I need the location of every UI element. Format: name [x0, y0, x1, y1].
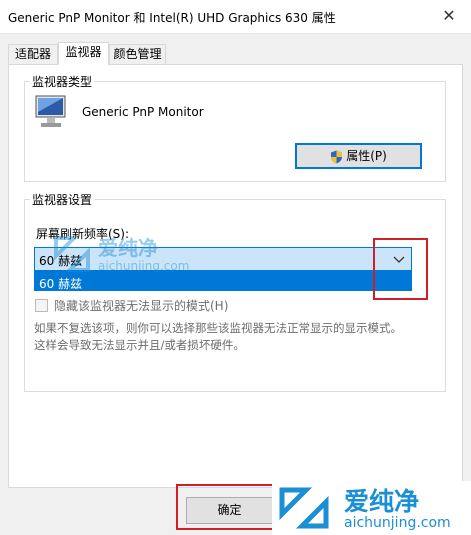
- properties-button-label: 属性(P): [346, 149, 387, 163]
- watermark-large: 爱纯净 aichunjing.com: [272, 481, 471, 535]
- watermark-brand: 爱纯净: [98, 236, 158, 260]
- tab-label: 颜色管理: [113, 47, 162, 61]
- watermark-url: aichunjing.com: [344, 515, 451, 531]
- hide-modes-label: 隐藏该监视器无法显示的模式(H): [54, 299, 229, 313]
- watermark-logo-icon: [279, 487, 329, 529]
- monitor-name: Generic PnP Monitor: [82, 105, 204, 119]
- monitor-icon: [35, 95, 66, 127]
- window-title: Generic PnP Monitor 和 Intel(R) UHD Graph…: [8, 11, 336, 25]
- tab-monitor[interactable]: 监视器: [58, 42, 109, 65]
- close-icon: ✕: [442, 6, 456, 25]
- watermark-brand: 爱纯净: [344, 487, 420, 516]
- watermark-logo-icon: [54, 236, 90, 272]
- title-bar: Generic PnP Monitor 和 Intel(R) UHD Graph…: [0, 0, 471, 34]
- checkbox-box[interactable]: [35, 299, 48, 312]
- hide-modes-checkbox[interactable]: 隐藏该监视器无法显示的模式(H): [35, 297, 228, 314]
- highlight-box-dropdown: [373, 238, 428, 300]
- warning-line: 如果不复选该项，则你可以选择那些该监视器无法正常显示的显示模式。: [34, 321, 402, 335]
- watermark-url: aichunjing.com: [98, 259, 190, 273]
- tab-adapter[interactable]: 适配器: [8, 44, 58, 64]
- ok-button[interactable]: 确定: [186, 497, 273, 524]
- monitor-settings-label: 监视器设置: [30, 191, 95, 208]
- warning-text: 如果不复选该项，则你可以选择那些该监视器无法正常显示的显示模式。 这样会导致无法…: [34, 320, 434, 354]
- warning-line: 这样会导致无法显示并且/或者损坏硬件。: [34, 338, 245, 352]
- monitor-type-label: 监视器类型: [30, 73, 95, 90]
- shield-icon: [331, 150, 343, 163]
- tab-label: 适配器: [14, 47, 51, 61]
- tab-color-management[interactable]: 颜色管理: [109, 44, 166, 64]
- ok-button-label: 确定: [217, 503, 242, 517]
- tab-label: 监视器: [65, 45, 102, 59]
- properties-button[interactable]: 属性(P): [295, 143, 422, 169]
- close-button[interactable]: ✕: [427, 0, 471, 33]
- watermark-small: 爱纯净 aichunjing.com: [50, 232, 200, 280]
